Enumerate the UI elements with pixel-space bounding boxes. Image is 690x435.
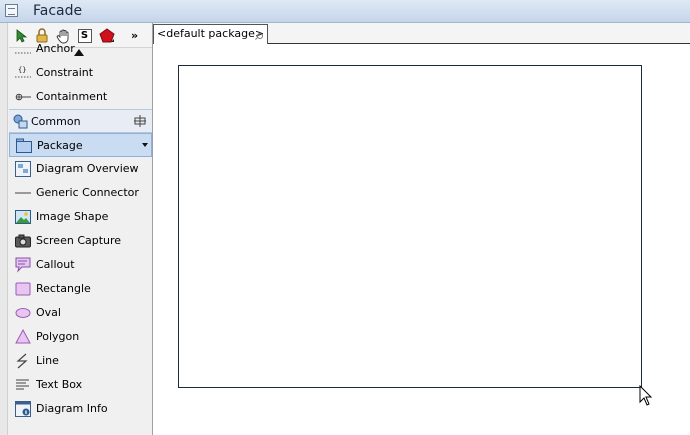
palette-item-label: Image Shape <box>36 210 109 223</box>
palette-item-label: Package <box>37 139 83 152</box>
containment-icon <box>15 89 31 105</box>
facade-frame[interactable] <box>178 65 642 388</box>
palette-item-polygon[interactable]: Polygon <box>9 325 152 349</box>
generic-connector-icon <box>15 185 31 201</box>
palette-list: Anchor {} Constraint Containment Common <box>9 42 152 421</box>
title-bar: Facade <box>0 0 690 23</box>
palette-item-label: Oval <box>36 306 61 319</box>
window-title: Facade <box>33 3 83 19</box>
diagram-area: <default package> <box>153 23 690 435</box>
sweeper-label: S <box>77 28 92 43</box>
palette-item-label: Polygon <box>36 330 80 343</box>
palette-item-callout[interactable]: Callout <box>9 253 152 277</box>
oval-icon <box>15 305 31 321</box>
palette-item-image-shape[interactable]: Image Shape <box>9 205 152 229</box>
rectangle-icon <box>15 281 31 297</box>
palette-item-rectangle[interactable]: Rectangle <box>9 277 152 301</box>
sweeper-button[interactable]: S <box>75 26 94 45</box>
anchor-icon <box>15 45 31 61</box>
palette-item-label: Anchor <box>36 42 75 55</box>
palette-item-constraint[interactable]: {} Constraint <box>9 61 152 85</box>
palette-item-label: Diagram Overview <box>36 162 139 175</box>
image-shape-icon <box>15 209 31 225</box>
palette-item-package[interactable]: Package <box>9 133 152 157</box>
palette-item-anchor[interactable]: Anchor <box>9 42 152 61</box>
package-icon <box>16 138 32 154</box>
package-tabstrip: <default package> <box>153 23 690 44</box>
search-icon[interactable] <box>257 33 263 39</box>
line-icon <box>15 353 31 369</box>
palette-gutter <box>0 23 8 435</box>
palette-item-label: Generic Connector <box>36 186 139 199</box>
palette-item-line[interactable]: Line <box>9 349 152 373</box>
palette-item-diagram-info[interactable]: Diagram Info <box>9 397 152 421</box>
more-tools-button[interactable]: » <box>125 26 144 45</box>
expand-collapse-icon[interactable] <box>134 115 146 127</box>
palette-item-generic-connector[interactable]: Generic Connector <box>9 181 152 205</box>
diagram-info-icon <box>15 401 31 417</box>
palette-item-label: Line <box>36 354 59 367</box>
text-box-icon <box>15 377 31 393</box>
svg-text:{}: {} <box>18 66 26 74</box>
palette-item-oval[interactable]: Oval <box>9 301 152 325</box>
palette-item-label: Diagram Info <box>36 402 108 415</box>
palette-item-label: Callout <box>36 258 75 271</box>
palette-item-containment[interactable]: Containment <box>9 85 152 109</box>
palette-item-label: Containment <box>36 90 108 103</box>
tab-default-package[interactable]: <default package> <box>153 24 269 44</box>
diagram-icon <box>5 4 18 17</box>
selector-arrow-icon[interactable] <box>11 26 30 45</box>
mouse-cursor-icon <box>639 385 653 406</box>
diagram-overview-icon <box>15 161 31 177</box>
chevron-down-icon[interactable] <box>142 143 148 147</box>
palette-item-text-box[interactable]: Text Box <box>9 373 152 397</box>
camera-icon <box>15 233 31 249</box>
palette-item-screen-capture[interactable]: Screen Capture <box>9 229 152 253</box>
palette-item-label: Text Box <box>36 378 83 391</box>
callout-icon <box>15 257 31 273</box>
palette-group-label: Common <box>31 115 81 128</box>
diagram-palette: S » Anchor {} Constraint Containment Com… <box>0 23 153 435</box>
palette-item-diagram-overview[interactable]: Diagram Overview <box>9 157 152 181</box>
polygon-icon <box>15 328 31 345</box>
constraint-icon: {} <box>15 65 31 81</box>
palette-group-common[interactable]: Common <box>9 109 152 133</box>
palette-item-label: Rectangle <box>36 282 91 295</box>
palette-item-label: Screen Capture <box>36 234 122 247</box>
palette-item-label: Constraint <box>36 66 94 79</box>
pentagon-shape-icon[interactable] <box>97 26 116 45</box>
common-group-icon <box>12 113 28 129</box>
